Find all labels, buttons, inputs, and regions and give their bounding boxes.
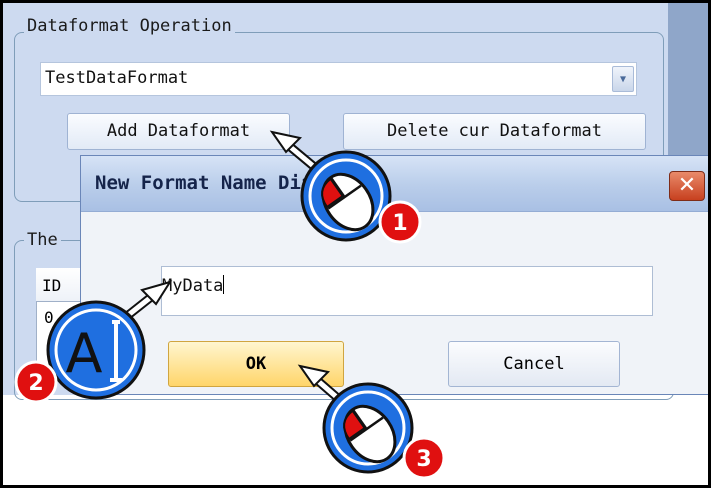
svg-text:1: 1: [392, 211, 407, 236]
svg-text:3: 3: [416, 447, 431, 472]
svg-text:A: A: [66, 322, 103, 385]
step2-callout: A 2: [14, 280, 173, 404]
step1-callout: 1: [269, 130, 422, 244]
tutorial-annotations: 1 A 2 3: [14, 130, 446, 480]
step3-callout: 3: [297, 364, 446, 480]
svg-text:2: 2: [28, 371, 43, 396]
